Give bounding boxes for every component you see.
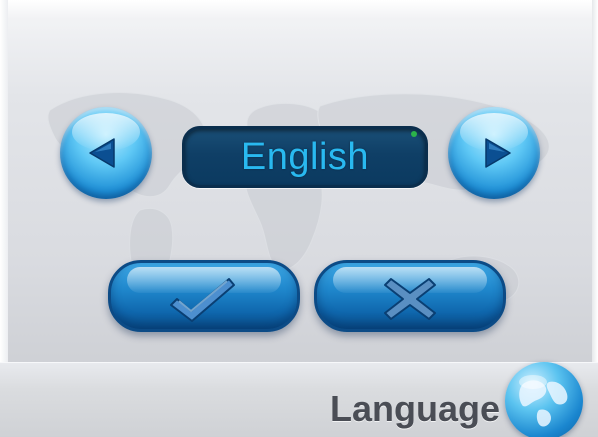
checkmark-icon — [170, 278, 235, 322]
globe-continents — [519, 375, 568, 427]
confirm-button[interactable] — [108, 260, 300, 332]
previous-language-button[interactable] — [60, 107, 152, 199]
top-band — [6, 0, 598, 32]
triangle-left-icon — [89, 138, 115, 168]
language-display: English — [182, 126, 428, 188]
language-screen: English Language — [0, 0, 598, 437]
cancel-button[interactable] — [314, 260, 506, 332]
next-language-button[interactable] — [448, 107, 540, 199]
triangle-right-icon — [485, 138, 511, 168]
x-mark-icon — [384, 278, 436, 320]
screen-title: Language — [330, 388, 501, 429]
current-language-label: English — [240, 135, 370, 178]
globe-icon — [505, 362, 583, 437]
